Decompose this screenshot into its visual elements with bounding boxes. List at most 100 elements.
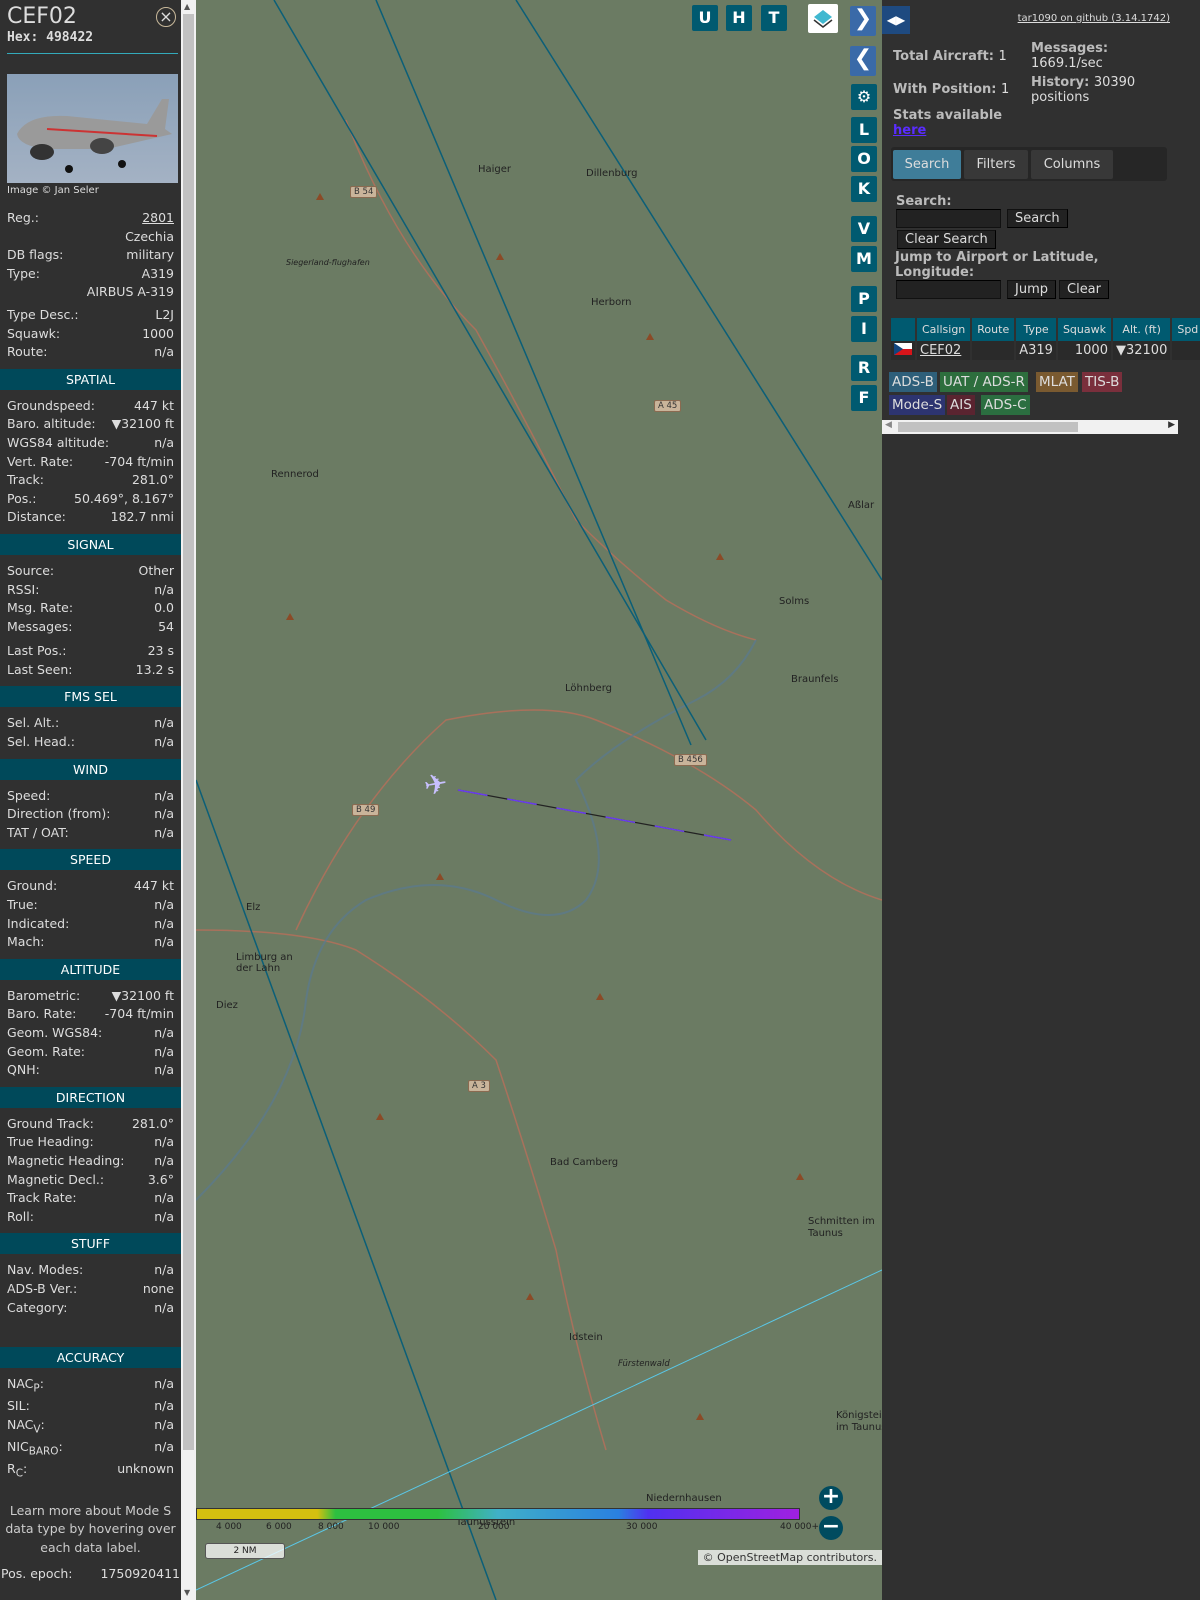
flag-czechia-icon bbox=[891, 341, 915, 360]
col-callsign[interactable]: Callsign bbox=[917, 318, 971, 341]
search-input[interactable] bbox=[896, 209, 1001, 228]
aircraft-table: Callsign Route Type Squawk Alt. (ft) Spd… bbox=[889, 318, 1200, 360]
map-button-i[interactable]: I bbox=[851, 316, 877, 342]
detail-value: n/a bbox=[154, 1299, 174, 1315]
town-label: Siegerland-flughafen bbox=[286, 258, 370, 267]
detail-row: Nav. Modes: n/a bbox=[0, 1261, 181, 1280]
detail-row: Roll: n/a bbox=[0, 1208, 181, 1227]
callsign-link[interactable]: CEF02 bbox=[920, 343, 961, 358]
col-type[interactable]: Type bbox=[1016, 318, 1056, 341]
zoom-in-icon[interactable]: + bbox=[819, 1486, 843, 1510]
jump-input[interactable] bbox=[896, 280, 1001, 299]
map-button-l[interactable]: L bbox=[851, 117, 877, 143]
tab-columns[interactable]: Columns bbox=[1031, 150, 1113, 179]
github-link[interactable]: tar1090 on github (3.14.1742) bbox=[1018, 13, 1170, 24]
tab-filters[interactable]: Filters bbox=[964, 150, 1028, 179]
detail-row: Magnetic Decl.: 3.6° bbox=[0, 1171, 181, 1190]
detail-value: -704 ft/min bbox=[104, 1006, 174, 1022]
map-button-o[interactable]: O bbox=[851, 146, 877, 172]
map[interactable]: ✈ Haiger Dillenburg Siegerland-flughafen… bbox=[196, 0, 882, 1600]
legend-tick-label: 20 000 bbox=[478, 1522, 510, 1532]
detail-value: unknown bbox=[117, 1460, 174, 1476]
detail-row: TAT / OAT: n/a bbox=[0, 824, 181, 843]
detail-label: Ground: bbox=[7, 878, 58, 894]
road-label: A 45 bbox=[654, 400, 682, 412]
detail-value: 0.0 bbox=[154, 600, 174, 616]
detail-label: Mach: bbox=[7, 934, 45, 950]
scrollbar-thumb[interactable] bbox=[183, 14, 194, 1450]
detail-value: n/a bbox=[154, 1376, 174, 1392]
map-button-p[interactable]: P bbox=[851, 286, 877, 312]
scrollbar-thumb[interactable] bbox=[898, 422, 1078, 432]
col-flag[interactable] bbox=[891, 318, 915, 341]
source-badge: ADS-B bbox=[889, 372, 937, 392]
close-icon[interactable]: × bbox=[156, 7, 176, 27]
messages-label: Messages: bbox=[1031, 41, 1109, 56]
detail-row: Squawk: 1000 bbox=[0, 325, 181, 344]
total-aircraft-label: Total Aircraft: bbox=[893, 49, 994, 64]
col-speed[interactable]: Spd bbox=[1172, 318, 1200, 341]
col-squawk[interactable]: Squawk bbox=[1057, 318, 1111, 341]
detail-row: Last Pos.: 23 s bbox=[0, 642, 181, 661]
osm-link[interactable]: OpenStreetMap bbox=[717, 1551, 803, 1564]
map-button-v[interactable]: V bbox=[851, 216, 877, 242]
toggle-panel-icon[interactable]: ◀▶ bbox=[882, 6, 910, 34]
table-row[interactable]: CEF02 A319 1000 ▼32100 bbox=[891, 341, 1200, 360]
detail-row: Category: n/a bbox=[0, 1299, 181, 1318]
map-attribution: © OpenStreetMap contributors. bbox=[697, 1550, 882, 1565]
history: History: 30390 positions bbox=[1031, 75, 1151, 105]
source-badge: ADS-C bbox=[981, 395, 1030, 415]
map-button-h[interactable]: H bbox=[726, 5, 752, 31]
detail-row: RSSI: n/a bbox=[0, 581, 181, 600]
map-button-t[interactable]: T bbox=[761, 5, 787, 31]
detail-label: Barometric: bbox=[7, 987, 81, 1003]
row-callsign[interactable]: CEF02 bbox=[917, 341, 970, 360]
map-button-k[interactable]: K bbox=[851, 176, 877, 202]
map-button-f[interactable]: F bbox=[851, 385, 877, 411]
expand-sidebar-icon[interactable]: ❯ bbox=[850, 6, 876, 36]
detail-row: Baro. altitude: ▼32100 ft bbox=[0, 415, 181, 434]
settings-gear-icon[interactable]: ⚙ bbox=[851, 84, 877, 110]
detail-value: n/a bbox=[154, 715, 174, 731]
clear-button[interactable]: Clear bbox=[1059, 280, 1109, 299]
layers-icon[interactable] bbox=[808, 4, 838, 33]
detail-value: n/a bbox=[154, 1025, 174, 1040]
detail-row: NACV: n/a bbox=[0, 1416, 181, 1438]
detail-label: RSSI: bbox=[7, 581, 40, 597]
sidebar-scrollbar[interactable]: ▲ ▼ bbox=[181, 0, 196, 1600]
detail-row: QNH: n/a bbox=[0, 1061, 181, 1080]
table-horizontal-scrollbar[interactable]: ◀ ▶ bbox=[882, 420, 1178, 434]
detail-row: RC: unknown bbox=[0, 1460, 181, 1482]
jump-button[interactable]: Jump bbox=[1007, 280, 1056, 299]
scroll-down-icon[interactable]: ▼ bbox=[184, 1588, 190, 1597]
scroll-up-icon[interactable]: ▲ bbox=[184, 2, 190, 11]
stats-available: Stats available here bbox=[893, 108, 1002, 138]
aircraft-list-panel: ◀▶ tar1090 on github (3.14.1742) Total A… bbox=[882, 0, 1200, 1600]
detail-label: SIL: bbox=[7, 1398, 30, 1414]
collapse-sidebar-icon[interactable]: ❮ bbox=[850, 46, 876, 76]
map-button-m[interactable]: M bbox=[851, 246, 877, 272]
stats-here-link[interactable]: here bbox=[893, 123, 926, 138]
col-route[interactable]: Route bbox=[972, 318, 1015, 341]
selected-callsign: CEF02 bbox=[7, 4, 77, 29]
zoom-out-icon[interactable]: − bbox=[819, 1516, 843, 1540]
map-button-u[interactable]: U bbox=[692, 5, 718, 31]
detail-label: Direction (from): bbox=[7, 806, 111, 822]
aircraft-photo[interactable] bbox=[7, 74, 178, 183]
road-label: A 3 bbox=[468, 1080, 490, 1092]
town-label: Rennerod bbox=[271, 469, 319, 480]
search-button[interactable]: Search bbox=[1007, 209, 1068, 228]
detail-value: 23 s bbox=[147, 643, 174, 659]
total-aircraft-value: 1 bbox=[998, 49, 1007, 64]
col-altitude[interactable]: Alt. (ft) bbox=[1112, 318, 1171, 341]
detail-value: n/a bbox=[154, 1152, 174, 1168]
map-button-r[interactable]: R bbox=[851, 355, 877, 381]
detail-row: Vert. Rate: -704 ft/min bbox=[0, 453, 181, 472]
detail-row: Sel. Alt.: n/a bbox=[0, 714, 181, 733]
tab-search[interactable]: Search bbox=[893, 150, 961, 179]
detail-value: n/a bbox=[154, 934, 174, 950]
detail-value[interactable]: 2801 bbox=[142, 209, 174, 228]
detail-value: ▼32100 ft bbox=[111, 987, 174, 1003]
detail-value: n/a bbox=[154, 1416, 174, 1432]
clear-search-button[interactable]: Clear Search bbox=[897, 230, 996, 249]
